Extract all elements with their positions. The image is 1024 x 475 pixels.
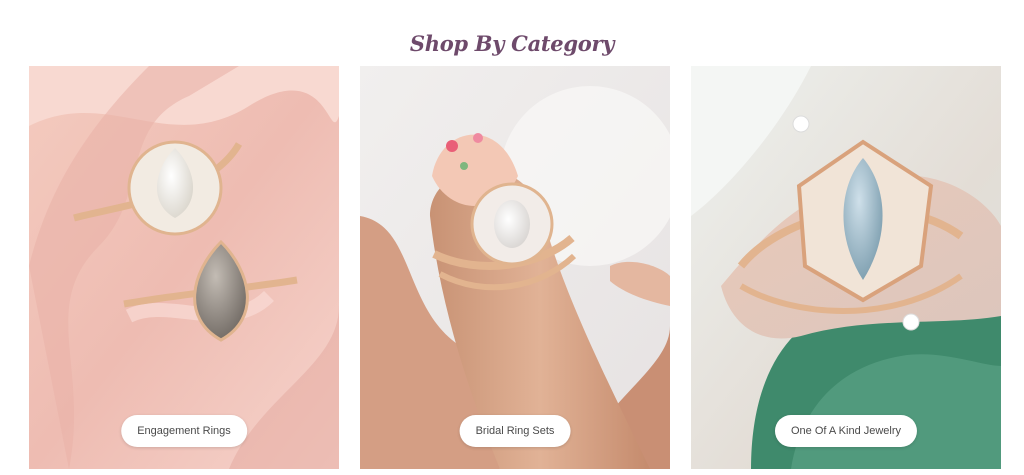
one-of-a-kind-jewelry-label[interactable]: One Of A Kind Jewelry xyxy=(774,415,918,447)
bridal-ring-sets-image xyxy=(360,66,670,469)
section-title: Shop By Category xyxy=(409,31,615,57)
engagement-rings-label[interactable]: Engagement Rings xyxy=(121,415,247,447)
category-card-bridal-ring-sets[interactable]: Bridal Ring Sets xyxy=(360,66,670,469)
bridal-ring-sets-label[interactable]: Bridal Ring Sets xyxy=(459,415,571,447)
one-of-a-kind-jewelry-image xyxy=(691,66,1001,469)
category-card-one-of-a-kind-jewelry[interactable]: One Of A Kind Jewelry xyxy=(691,66,1001,469)
engagement-rings-image xyxy=(29,66,339,469)
category-card-engagement-rings[interactable]: Engagement Rings xyxy=(29,66,339,469)
